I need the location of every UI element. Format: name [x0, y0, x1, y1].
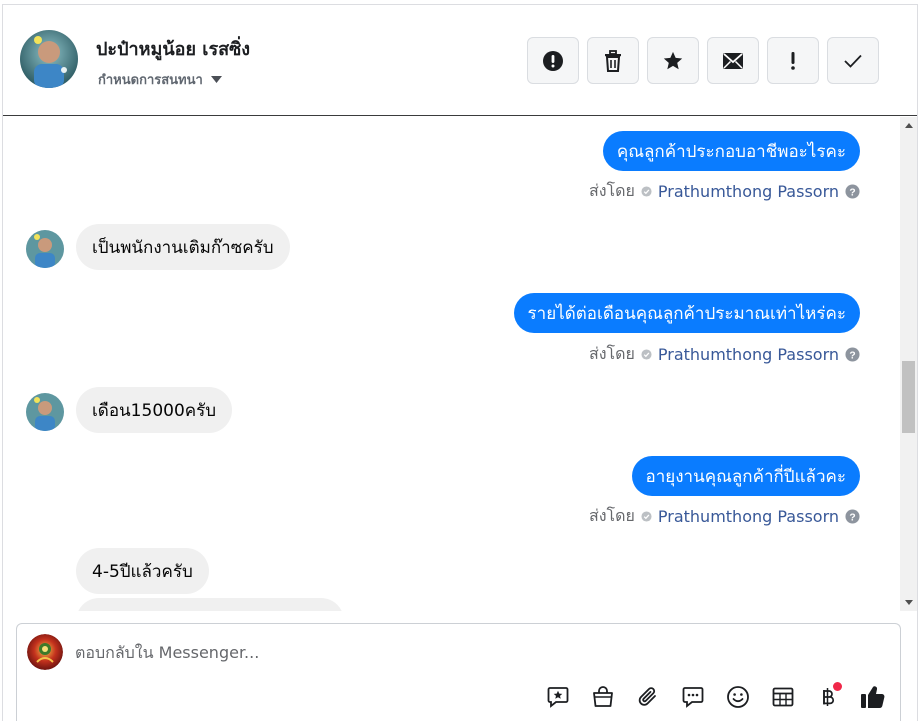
caret-down-icon: [210, 76, 222, 83]
sender-name-link[interactable]: Prathumthong Passorn: [658, 182, 839, 201]
saved-reply-icon: [547, 687, 569, 708]
sent-by-label: ส่งโดย: [588, 344, 635, 363]
conversation-settings-dropdown[interactable]: กำหนดการสนทนา: [98, 69, 222, 90]
calendar-icon: [772, 687, 794, 707]
conversation-panel: ปะป๋าหมูน้อย เรสซิ่ง กำหนดการสนทนา คุณลู…: [2, 4, 918, 721]
message-sender-meta: ส่งโดย Prathumthong Passorn ?: [589, 504, 860, 529]
scroll-down-arrow[interactable]: [900, 594, 917, 611]
check-circle-icon: [641, 349, 652, 360]
page-avatar: [27, 634, 63, 670]
sender-name-link[interactable]: Prathumthong Passorn: [658, 345, 839, 364]
svg-text:?: ?: [849, 512, 855, 523]
check-icon: [844, 54, 862, 68]
arrow-down-icon: [904, 600, 913, 605]
shop-bag-icon: [593, 686, 613, 707]
arrow-up-icon: [904, 123, 913, 128]
saved-replies-button[interactable]: [543, 682, 573, 712]
help-icon[interactable]: ?: [845, 509, 860, 524]
exclamation-icon: [791, 51, 795, 70]
shop-button[interactable]: [588, 682, 618, 712]
incoming-message[interactable]: 4-5ปีแล้วครับ: [76, 548, 209, 594]
attachment-icon: [638, 687, 656, 706]
svg-text:?: ?: [849, 187, 855, 198]
check-circle-icon: [641, 511, 652, 522]
scroll-thumb[interactable]: [902, 361, 915, 433]
star-button[interactable]: [647, 37, 699, 84]
outgoing-message[interactable]: คุณลูกค้าประกอบอาชีพอะไรคะ: [602, 131, 860, 171]
mark-done-button[interactable]: [827, 37, 879, 84]
sent-by-label: ส่งโดย: [588, 506, 635, 525]
mail-icon: [723, 52, 743, 69]
message-list[interactable]: คุณลูกค้าประกอบอาชีพอะไรคะ ส่งโดย Prathu…: [3, 117, 900, 611]
trash-icon: [605, 49, 621, 72]
conversation-settings-label: กำหนดการสนทนา: [98, 73, 203, 88]
delete-button[interactable]: [587, 37, 639, 84]
contact-avatar[interactable]: [20, 30, 78, 88]
like-button[interactable]: [858, 682, 888, 712]
reply-composer: [16, 623, 901, 721]
contact-message-avatar[interactable]: [26, 393, 64, 431]
outgoing-message[interactable]: รายได้ต่อเดือนคุณลูกค้าประมาณเท่าไหร่คะ: [513, 293, 860, 333]
star-icon: [663, 51, 683, 69]
composer-toolbar: [543, 682, 888, 712]
scroll-up-arrow[interactable]: [900, 117, 917, 134]
message-sender-meta: ส่งโดย Prathumthong Passorn ?: [589, 179, 860, 204]
outgoing-message[interactable]: อายุงานคุณลูกค้ากี่ปีแล้วคะ: [631, 456, 860, 496]
report-spam-button[interactable]: [527, 37, 579, 84]
mark-unread-button[interactable]: [707, 37, 759, 84]
help-icon[interactable]: ?: [845, 347, 860, 362]
conversation-header: ปะป๋าหมูน้อย เรสซิ่ง กำหนดการสนทนา: [3, 5, 917, 116]
incoming-message[interactable]: เป็นพนักงานเติมก๊าซครับ: [76, 224, 290, 270]
emoji-button[interactable]: [723, 682, 753, 712]
sender-name-link[interactable]: Prathumthong Passorn: [658, 507, 839, 526]
contact-message-avatar[interactable]: [26, 230, 64, 268]
appointment-button[interactable]: [768, 682, 798, 712]
incoming-message-partial[interactable]: [76, 598, 344, 611]
payment-button[interactable]: [813, 682, 843, 712]
header-toolbar: [527, 37, 879, 84]
emoji-icon: [727, 686, 749, 708]
like-icon: [861, 686, 885, 708]
follow-up-button[interactable]: [767, 37, 819, 84]
message-sender-meta: ส่งโดย Prathumthong Passorn ?: [589, 342, 860, 367]
reply-input[interactable]: [75, 637, 875, 667]
attach-file-button[interactable]: [633, 682, 663, 712]
help-icon[interactable]: ?: [845, 184, 860, 199]
sent-by-label: ส่งโดย: [588, 181, 635, 200]
notification-dot: [833, 682, 842, 691]
quick-reply-button[interactable]: [678, 682, 708, 712]
svg-text:?: ?: [849, 350, 855, 361]
check-circle-icon: [641, 186, 652, 197]
alert-circle-icon: [543, 50, 563, 71]
contact-name[interactable]: ปะป๋าหมูน้อย เรสซิ่ง: [96, 34, 250, 63]
message-scrollbar[interactable]: [900, 117, 917, 611]
incoming-message[interactable]: เดือน15000ครับ: [76, 387, 233, 433]
chat-bubble-icon: [682, 687, 704, 708]
